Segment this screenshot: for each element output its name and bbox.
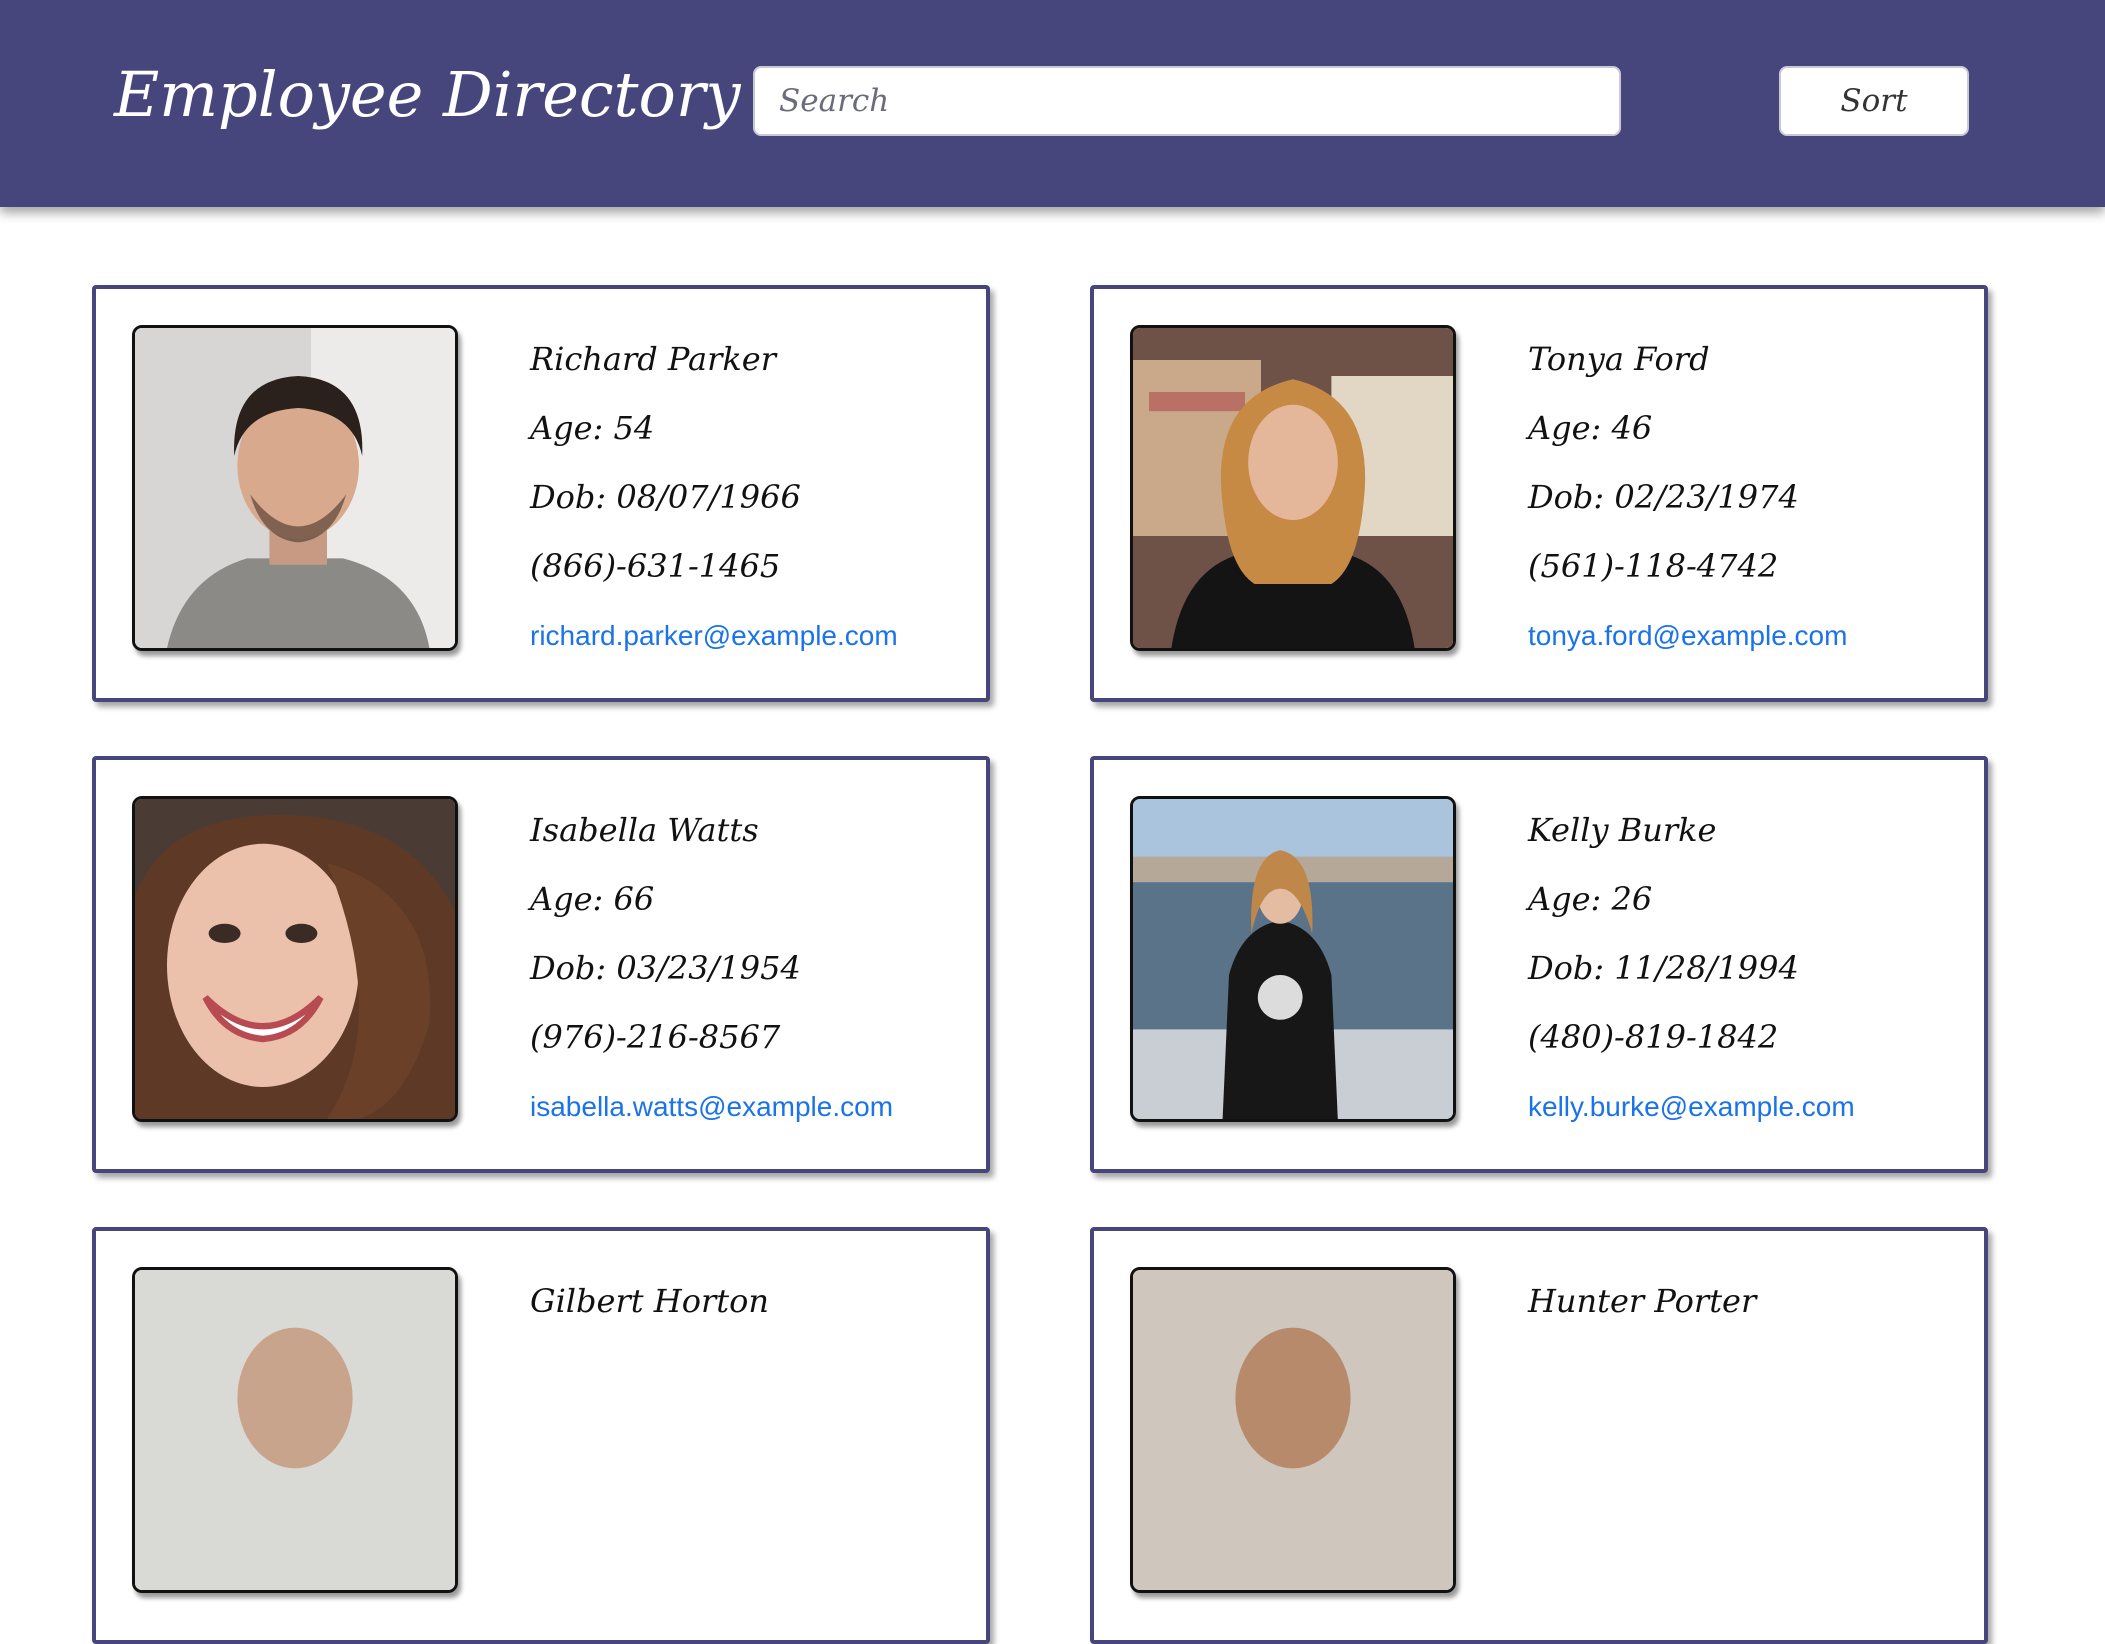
employee-dob: Dob: 08/07/1966: [530, 478, 801, 516]
employee-dob: Dob: 11/28/1994: [1528, 949, 1799, 987]
employee-card: Tonya Ford Age: 46 Dob: 02/23/1974 (561)…: [1090, 285, 1988, 702]
employee-card: Richard Parker Age: 54 Dob: 08/07/1966 (…: [92, 285, 990, 702]
employee-age: Age: 66: [530, 880, 655, 918]
employee-info: Richard Parker Age: 54 Dob: 08/07/1966 (…: [530, 325, 898, 670]
employee-name: Kelly Burke: [1528, 811, 1717, 849]
employee-phone: (561)-118-4742: [1528, 547, 1779, 585]
employee-card-grid: Richard Parker Age: 54 Dob: 08/07/1966 (…: [92, 285, 1992, 1644]
employee-name: Hunter Porter: [1528, 1282, 1757, 1320]
employee-photo: [1130, 1267, 1456, 1593]
employee-card: Kelly Burke Age: 26 Dob: 11/28/1994 (480…: [1090, 756, 1988, 1173]
employee-info: Hunter Porter: [1528, 1267, 1756, 1336]
employee-phone: (976)-216-8567: [530, 1018, 781, 1056]
employee-card: Gilbert Horton: [92, 1227, 990, 1644]
employee-age: Age: 26: [1528, 880, 1653, 918]
sort-button[interactable]: Sort: [1779, 66, 1969, 136]
employee-age: Age: 54: [530, 409, 655, 447]
employee-info: Isabella Watts Age: 66 Dob: 03/23/1954 (…: [530, 796, 893, 1141]
employee-name: Richard Parker: [530, 340, 776, 378]
employee-photo: [132, 325, 458, 651]
employee-age: Age: 46: [1528, 409, 1653, 447]
employee-card: Isabella Watts Age: 66 Dob: 03/23/1954 (…: [92, 756, 990, 1173]
employee-info: Kelly Burke Age: 26 Dob: 11/28/1994 (480…: [1528, 796, 1855, 1141]
employee-info: Gilbert Horton: [530, 1267, 769, 1336]
employee-name: Tonya Ford: [1528, 340, 1710, 378]
employee-email-link[interactable]: isabella.watts@example.com: [530, 1072, 893, 1141]
employee-info: Tonya Ford Age: 46 Dob: 02/23/1974 (561)…: [1528, 325, 1847, 670]
employee-name: Gilbert Horton: [530, 1282, 769, 1320]
employee-photo: [132, 1267, 458, 1593]
employee-photo: [1130, 325, 1456, 651]
page-title: Employee Directory: [114, 58, 741, 131]
employee-email-link[interactable]: kelly.burke@example.com: [1528, 1072, 1855, 1141]
employee-phone: (480)-819-1842: [1528, 1018, 1779, 1056]
search-input[interactable]: [753, 66, 1621, 136]
page-header: Employee Directory Sort: [0, 0, 2105, 207]
employee-phone: (866)-631-1465: [530, 547, 781, 585]
employee-email-link[interactable]: tonya.ford@example.com: [1528, 601, 1847, 670]
employee-photo: [1130, 796, 1456, 1122]
employee-name: Isabella Watts: [530, 811, 759, 849]
employee-email-link[interactable]: richard.parker@example.com: [530, 601, 898, 670]
employee-dob: Dob: 02/23/1974: [1528, 478, 1799, 516]
employee-card: Hunter Porter: [1090, 1227, 1988, 1644]
employee-photo: [132, 796, 458, 1122]
employee-dob: Dob: 03/23/1954: [530, 949, 801, 987]
